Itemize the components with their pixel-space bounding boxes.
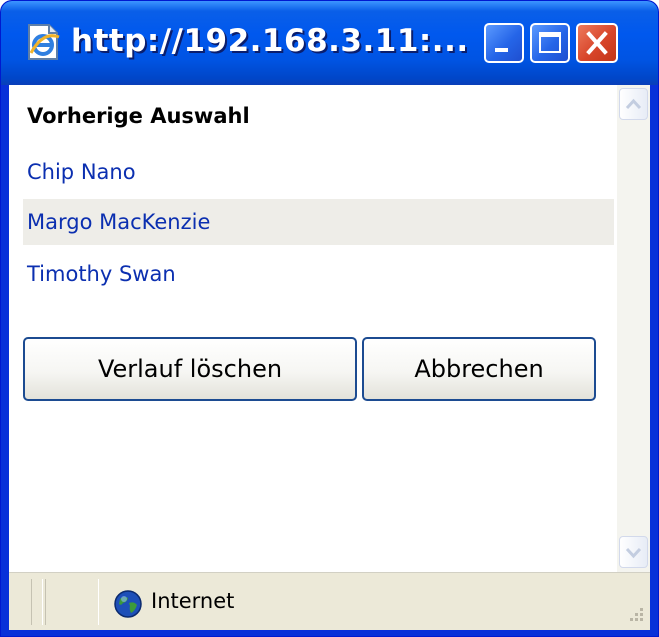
close-button[interactable] bbox=[576, 23, 618, 63]
history-entry-highlighted[interactable]: Margo MacKenzie bbox=[23, 199, 614, 245]
status-bar: Internet bbox=[9, 572, 650, 630]
section-heading: Vorherige Auswahl bbox=[27, 104, 250, 128]
client-area: Vorherige Auswahl Chip Nano Margo MacKen… bbox=[9, 85, 650, 572]
globe-icon bbox=[114, 590, 142, 618]
history-entry[interactable]: Timothy Swan bbox=[23, 251, 614, 297]
chevron-down-icon bbox=[625, 547, 642, 559]
history-entry[interactable]: Chip Nano bbox=[23, 149, 614, 195]
popup-window: http://192.168.3.11:... Vorherige Auswah… bbox=[0, 0, 659, 637]
ie-page-icon bbox=[28, 24, 60, 60]
status-panel bbox=[31, 579, 43, 625]
scroll-down-button[interactable] bbox=[619, 536, 648, 568]
minimize-button[interactable] bbox=[484, 23, 524, 63]
scroll-up-button[interactable] bbox=[619, 88, 648, 120]
history-panel: Vorherige Auswahl Chip Nano Margo MacKen… bbox=[9, 85, 617, 572]
title-bar[interactable]: http://192.168.3.11:... bbox=[1, 1, 658, 85]
chevron-up-icon bbox=[625, 98, 642, 110]
maximize-button[interactable] bbox=[530, 23, 570, 63]
close-icon bbox=[586, 31, 608, 55]
status-panel bbox=[45, 579, 99, 625]
window-title: http://192.168.3.11:... bbox=[71, 23, 469, 59]
resize-grip-icon[interactable] bbox=[623, 603, 645, 625]
minimize-icon bbox=[495, 48, 508, 52]
security-zone-label: Internet bbox=[151, 589, 235, 613]
maximize-icon bbox=[539, 32, 561, 53]
clear-history-button[interactable]: Verlauf löschen bbox=[23, 337, 357, 401]
vertical-scrollbar[interactable] bbox=[617, 85, 650, 572]
cancel-button[interactable]: Abbrechen bbox=[362, 337, 596, 401]
